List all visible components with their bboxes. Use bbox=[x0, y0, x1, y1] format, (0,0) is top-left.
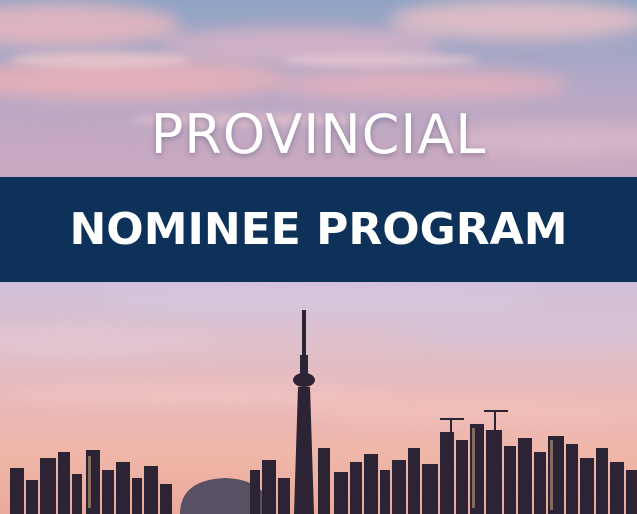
poster: PROVINCIAL NOMINEE PROGRAM bbox=[0, 0, 637, 514]
city-skyline-icon bbox=[10, 310, 637, 514]
